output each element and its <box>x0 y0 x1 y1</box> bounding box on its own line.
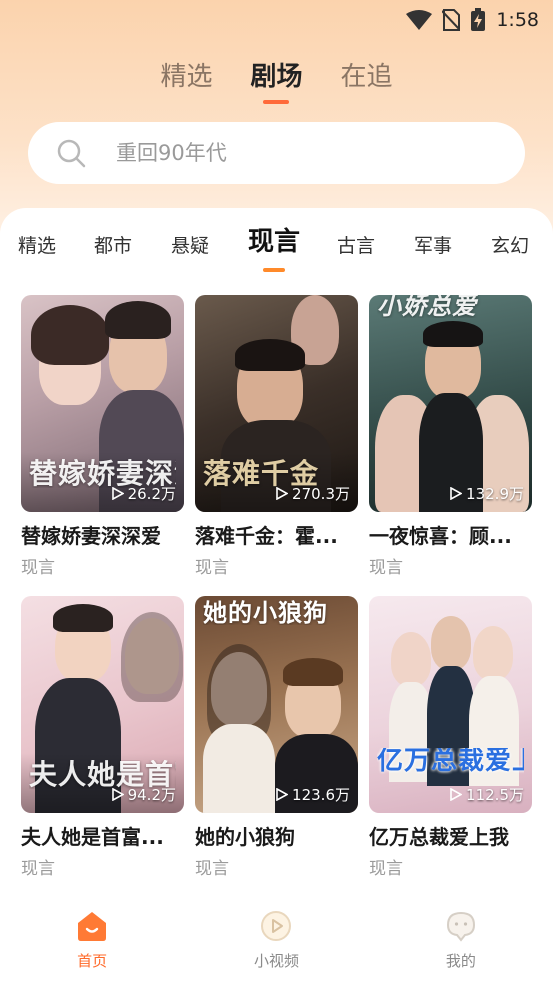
play-icon <box>450 487 463 500</box>
drama-card[interactable]: 小娇总爱 132.9万 一夜惊喜：顾... 现言 <box>369 295 532 596</box>
drama-card[interactable]: 替嫁娇妻深深爱 26.2万 替嫁娇妻深深爱 现言 <box>21 295 184 596</box>
view-count: 132.9万 <box>450 483 524 504</box>
view-count-value: 270.3万 <box>292 485 350 503</box>
drama-title[interactable]: 夫人她是首富... <box>21 823 184 851</box>
drama-title[interactable]: 一夜惊喜：顾... <box>369 522 532 550</box>
video-icon <box>261 911 292 941</box>
drama-title[interactable]: 她的小狼狗 <box>195 823 358 851</box>
view-count: 112.5万 <box>450 784 524 805</box>
view-count: 123.6万 <box>276 784 350 805</box>
category-tab-featured[interactable]: 精选 <box>18 226 56 266</box>
drama-title[interactable]: 落难千金：霍... <box>195 522 358 550</box>
drama-card[interactable]: 落难千金 270.3万 落难千金：霍... 现言 <box>195 295 358 596</box>
wifi-icon <box>406 10 433 30</box>
nav-home-label: 首页 <box>77 952 108 970</box>
tab-theater[interactable]: 剧场 <box>250 56 302 98</box>
drama-card[interactable]: 她的小狼狗 123.6万 她的小狼狗 现言 <box>195 596 358 897</box>
no-sim-icon <box>442 9 461 31</box>
category-tabs: 精选 都市 悬疑 现言 古言 军事 玄幻 <box>0 226 553 274</box>
view-count-value: 132.9万 <box>466 485 524 503</box>
nav-short-video-label: 小视频 <box>253 952 299 970</box>
nav-profile-label: 我的 <box>445 952 476 970</box>
drama-card[interactable]: 夫人她是首富 94.2万 夫人她是首富... 现言 <box>21 596 184 897</box>
drama-poster: 替嫁娇妻深深爱 26.2万 <box>21 295 184 512</box>
drama-genre-tag: 现言 <box>21 558 55 578</box>
profile-icon <box>446 911 475 942</box>
search-icon <box>56 138 86 168</box>
view-count: 270.3万 <box>276 483 350 504</box>
drama-poster: 亿万总裁爱上我 112.5万 <box>369 596 532 813</box>
drama-genre-tag: 现言 <box>369 859 403 879</box>
view-count: 26.2万 <box>111 483 176 504</box>
category-tab-ancient-romance[interactable]: 古言 <box>337 226 375 266</box>
drama-poster: 小娇总爱 132.9万 <box>369 295 532 512</box>
tab-featured[interactable]: 精选 <box>160 56 212 98</box>
drama-title[interactable]: 亿万总裁爱上我 <box>369 823 532 851</box>
bottom-navigation: 首页 小视频 我的 <box>0 900 553 983</box>
poster-title-art: 她的小狼狗 <box>203 600 328 626</box>
content-panel: 精选 都市 悬疑 现言 古言 军事 玄幻 替嫁娇妻深深爱 26.2万 替嫁 <box>0 208 553 898</box>
drama-grid: 替嫁娇妻深深爱 26.2万 替嫁娇妻深深爱 现言 落难千金 270.3万 <box>21 295 533 897</box>
play-icon <box>450 788 463 801</box>
nav-profile[interactable]: 我的 <box>369 900 553 983</box>
drama-genre-tag: 现言 <box>21 859 55 879</box>
drama-genre-tag: 现言 <box>195 859 229 879</box>
status-time: 1:58 <box>496 9 539 31</box>
view-count: 94.2万 <box>111 784 176 805</box>
drama-poster: 落难千金 270.3万 <box>195 295 358 512</box>
category-tab-modern-romance[interactable]: 现言 <box>248 222 300 262</box>
category-tab-suspense[interactable]: 悬疑 <box>171 226 209 266</box>
play-icon <box>111 788 124 801</box>
drama-genre-tag: 现言 <box>369 558 403 578</box>
category-tab-fantasy[interactable]: 玄幻 <box>491 226 529 266</box>
nav-home[interactable]: 首页 <box>0 900 184 983</box>
search-bar[interactable] <box>28 122 525 184</box>
view-count-value: 112.5万 <box>466 786 524 804</box>
drama-title[interactable]: 替嫁娇妻深深爱 <box>21 522 184 550</box>
search-input[interactable] <box>116 141 496 165</box>
view-count-value: 26.2万 <box>127 485 176 503</box>
view-count-value: 123.6万 <box>292 786 350 804</box>
drama-poster: 夫人她是首富 94.2万 <box>21 596 184 813</box>
category-tab-military[interactable]: 军事 <box>414 226 452 266</box>
battery-charging-icon <box>470 8 486 32</box>
play-icon <box>276 487 289 500</box>
view-count-value: 94.2万 <box>127 786 176 804</box>
nav-short-video[interactable]: 小视频 <box>184 900 368 983</box>
category-tab-urban[interactable]: 都市 <box>94 226 132 266</box>
tab-following[interactable]: 在追 <box>341 56 393 98</box>
top-tabs: 精选 剧场 在追 <box>0 56 553 106</box>
drama-poster: 她的小狼狗 123.6万 <box>195 596 358 813</box>
poster-title-art: 亿万总裁爱上我 <box>377 747 524 775</box>
drama-card[interactable]: 亿万总裁爱上我 112.5万 亿万总裁爱上我 现言 <box>369 596 532 897</box>
drama-genre-tag: 现言 <box>195 558 229 578</box>
poster-title-art: 小娇总爱 <box>377 295 477 319</box>
home-icon <box>78 912 107 941</box>
play-icon <box>276 788 289 801</box>
status-bar: 1:58 <box>0 0 553 40</box>
play-icon <box>111 487 124 500</box>
